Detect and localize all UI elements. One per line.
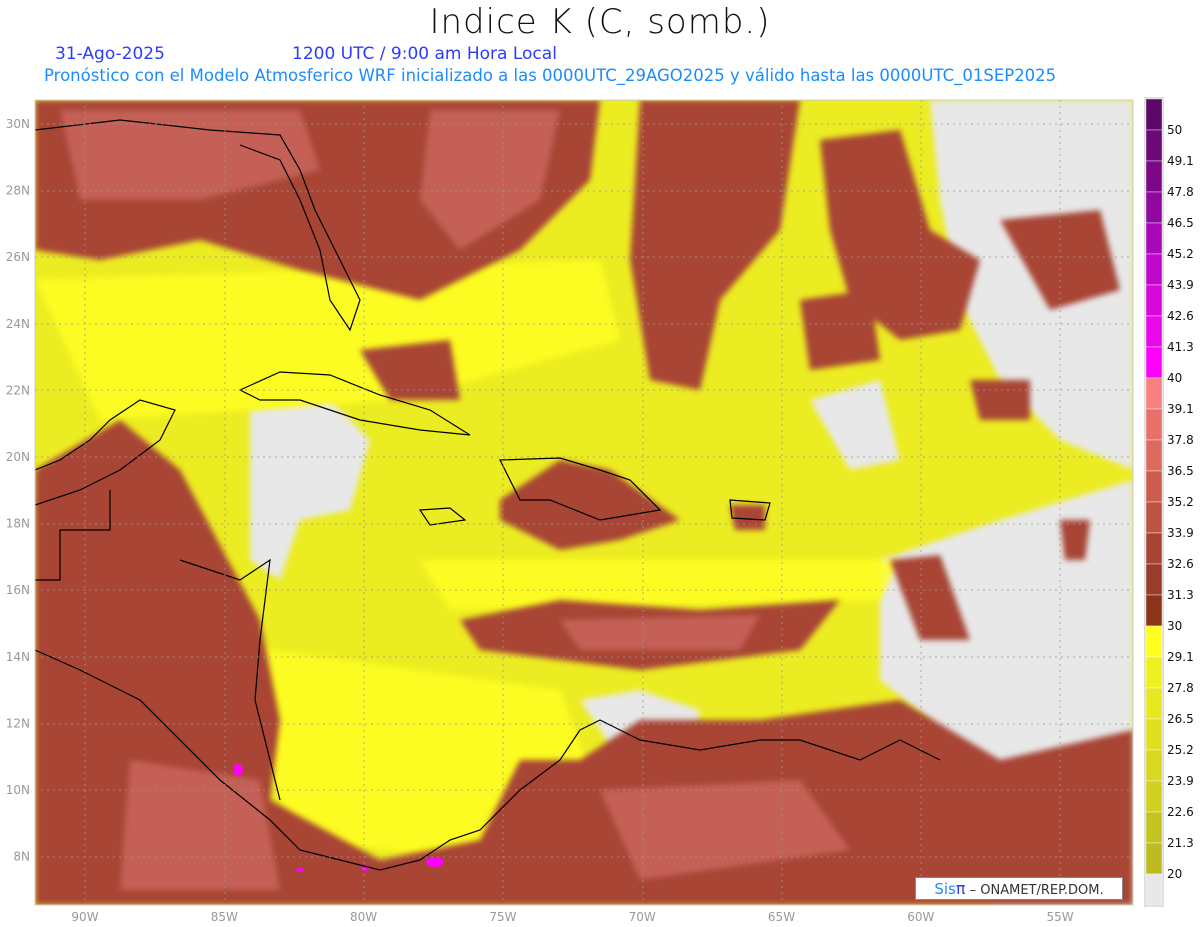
colorbar-label: 26.5 [1167, 712, 1194, 726]
colorbar-label: 43.9 [1167, 278, 1194, 292]
valid-time: 1200 UTC / 9:00 am Hora Local [292, 44, 557, 64]
colorbar-swatch [1145, 346, 1163, 379]
lat-label: 12N [6, 716, 30, 730]
colorbar-swatch [1145, 222, 1163, 255]
colorbar-swatch [1145, 718, 1163, 751]
colorbar-swatch [1145, 160, 1163, 193]
colorbar-swatch [1145, 625, 1163, 658]
colorbar-swatch [1145, 749, 1163, 782]
colorbar-swatch [1145, 439, 1163, 472]
colorbar-swatch [1145, 315, 1163, 348]
colorbar-swatch [1145, 253, 1163, 286]
colorbar-label: 27.8 [1167, 681, 1194, 695]
lat-label: 14N [6, 650, 30, 664]
colorbar-label: 39.1 [1167, 402, 1194, 416]
lat-label: 8N [13, 850, 30, 864]
colorbar-label: 45.2 [1167, 247, 1194, 261]
colorbar-swatch [1145, 780, 1163, 813]
sispi-logo: Sis [934, 880, 956, 898]
colorbar-label: 50 [1167, 123, 1182, 137]
pi-symbol: π [955, 879, 966, 898]
colorbar-swatch [1145, 873, 1163, 906]
colorbar-label: 41.3 [1167, 340, 1194, 354]
colorbar-swatch [1145, 842, 1163, 875]
colorbar-swatch [1145, 470, 1163, 503]
colorbar-swatch [1145, 811, 1163, 844]
colorbar-swatch [1145, 191, 1163, 224]
lon-label: 60W [907, 910, 934, 924]
model-subtitle: Pronóstico con el Modelo Atmosferico WRF… [44, 66, 1057, 85]
colorbar: 50 49.1 47.8 46.5 45.2 43.9 42.6 41.3 40 39.1 37.8… [1144, 97, 1194, 907]
forecast-map: 90W 85W 80W 75W 70W 65W 60W 55W 30N 28N 26N 24N 22N… [6, 97, 1194, 924]
lat-label: 26N [6, 250, 30, 264]
lon-label: 75W [489, 910, 516, 924]
colorbar-swatch [1145, 501, 1163, 534]
lon-label: 90W [71, 910, 98, 924]
colorbar-swatch [1145, 532, 1163, 565]
colorbar-label: 25.2 [1167, 743, 1194, 757]
colorbar-swatch [1145, 563, 1163, 596]
colorbar-swatch [1145, 98, 1163, 131]
colorbar-label: 30 [1167, 619, 1182, 633]
colorbar-label: 29.1 [1167, 650, 1194, 664]
lon-label: 70W [629, 910, 656, 924]
lat-label: 22N [6, 383, 30, 397]
colorbar-label: 31.3 [1167, 588, 1194, 602]
lat-label: 28N [6, 184, 30, 198]
colorbar-swatch [1145, 656, 1163, 689]
colorbar-swatch [1145, 377, 1163, 410]
credit-text: – ONAMET/REP.DOM. [969, 883, 1104, 898]
colorbar-label: 33.9 [1167, 526, 1194, 540]
colorbar-label: 36.5 [1167, 464, 1194, 478]
colorbar-label: 37.8 [1167, 433, 1194, 447]
colorbar-label: 47.8 [1167, 185, 1194, 199]
credit-box: Sisπ – ONAMET/REP.DOM. [915, 877, 1123, 900]
longitude-axis: 90W 85W 80W 75W 70W 65W 60W 55W [71, 910, 1073, 924]
lat-label: 30N [6, 117, 30, 131]
lat-label: 18N [6, 517, 30, 531]
map-title: Indice K (C, somb.) [429, 2, 771, 42]
colorbar-label: 46.5 [1167, 216, 1194, 230]
lat-label: 24N [6, 317, 30, 331]
colorbar-label: 22.6 [1167, 805, 1194, 819]
colorbar-label: 21.3 [1167, 836, 1194, 850]
lat-label: 16N [6, 583, 30, 597]
lon-label: 55W [1047, 910, 1074, 924]
k-index-field [35, 100, 1133, 905]
colorbar-label: 40 [1167, 371, 1182, 385]
colorbar-label: 35.2 [1167, 495, 1194, 509]
colorbar-label: 49.1 [1167, 154, 1194, 168]
lon-label: 80W [350, 910, 377, 924]
lat-label: 20N [6, 450, 30, 464]
colorbar-label: 42.6 [1167, 309, 1194, 323]
valid-date: 31-Ago-2025 [55, 44, 165, 64]
latitude-axis: 30N 28N 26N 24N 22N 20N 18N 16N 14N 12N 10N 8N [6, 117, 30, 864]
lon-label: 85W [211, 910, 238, 924]
colorbar-swatch [1145, 687, 1163, 720]
lat-label: 10N [6, 783, 30, 797]
colorbar-label: 32.6 [1167, 557, 1194, 571]
colorbar-swatch [1145, 129, 1163, 162]
colorbar-label: 23.9 [1167, 774, 1194, 788]
colorbar-swatch [1145, 284, 1163, 317]
lon-label: 65W [768, 910, 795, 924]
colorbar-swatch [1145, 408, 1163, 441]
colorbar-label: 20 [1167, 867, 1182, 881]
colorbar-swatch [1145, 594, 1163, 627]
